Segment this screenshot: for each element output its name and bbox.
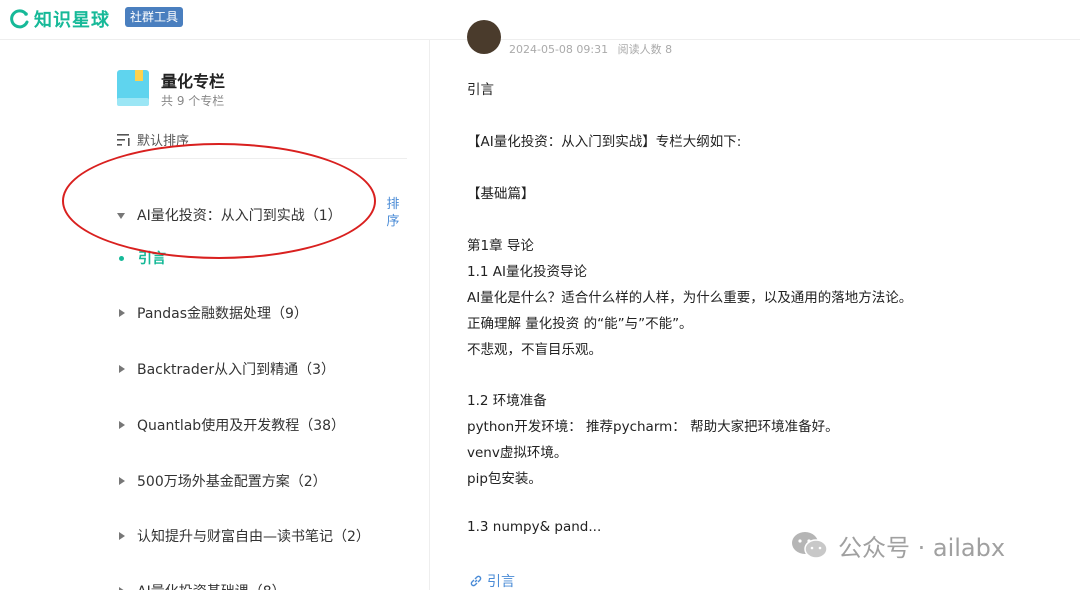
column-count: 共 9 个专栏 <box>161 94 225 108</box>
sort-lines-icon <box>117 133 130 146</box>
column-book-icon <box>117 70 149 106</box>
article-line: 不悲观，不盲目乐观。 <box>467 342 602 358</box>
tree-item-label: 认知提升与财富自由—读书笔记（2） <box>137 529 370 545</box>
avatar[interactable] <box>467 20 501 54</box>
tree-item[interactable]: AI量化投资基础课（8） <box>117 581 286 590</box>
article-line: python开发环境： 推荐pycharm： 帮助大家把环境准备好。 <box>467 419 839 435</box>
article-line: 1.3 numpy& pand... <box>467 519 602 535</box>
article-line: 引言 <box>467 82 494 98</box>
tree-item[interactable]: 认知提升与财富自由—读书笔记（2） <box>117 526 370 546</box>
tree-item-label: Quantlab使用及开发教程（38） <box>137 418 346 434</box>
intro-link[interactable]: 引言 <box>469 571 515 590</box>
column-title: 量化专栏 <box>161 72 226 91</box>
caret-right-icon <box>117 308 127 318</box>
caret-right-icon <box>117 420 127 430</box>
article-line: AI量化是什么？适合什么样的人样，为什么重要，以及通用的落地方法论。 <box>467 290 913 306</box>
caret-right-icon <box>117 364 127 374</box>
tree-item[interactable]: Backtrader从入门到精通（3） <box>117 359 335 379</box>
highlight-ellipse <box>62 143 376 259</box>
tree-item[interactable]: Quantlab使用及开发教程（38） <box>117 415 345 435</box>
article-line: 正确理解 量化投资 的“能”与”不能”。 <box>467 316 693 332</box>
article-meta: 2024-05-08 09:31 阅读人数 8 <box>509 41 672 57</box>
article-date: 2024-05-08 09:31 <box>509 43 609 56</box>
article-line: 第1章 导论 <box>467 238 534 254</box>
watermark-text: 公众号 · ailabx <box>838 534 1006 562</box>
wechat-icon <box>792 531 828 559</box>
read-count: 阅读人数 8 <box>617 43 673 56</box>
intro-link-label: 引言 <box>487 574 515 590</box>
column-sidebar: 量化专栏 共 9 个专栏 默认排序 AI量化投资：从入门到实战（1） 排序 引言… <box>0 40 430 590</box>
tools-badge[interactable]: 社群工具 <box>125 7 184 27</box>
article-line: venv虚拟环境。 <box>467 445 568 461</box>
tree-item-label: AI量化投资基础课（8） <box>137 581 286 590</box>
caret-right-icon <box>117 586 127 590</box>
tree-item[interactable]: Pandas金融数据处理（9） <box>117 303 308 323</box>
caret-right-icon <box>117 531 127 541</box>
planet-logo-icon <box>10 9 29 29</box>
tree-item-label: Pandas金融数据处理（9） <box>137 306 308 322</box>
tree-item-label: 500万场外基金配置方案（2） <box>137 474 327 490</box>
link-icon <box>470 575 482 587</box>
article-line: 【AI量化投资：从入门到实战】专栏大纲如下: <box>467 134 742 150</box>
logo-text: 知识星球 <box>34 10 110 31</box>
article-line: 1.2 环境准备 <box>467 393 547 409</box>
active-dot-icon <box>119 255 124 261</box>
tree-item[interactable]: 500万场外基金配置方案（2） <box>117 471 327 491</box>
article-line: 1.1 AI量化投资导论 <box>467 264 587 280</box>
logo[interactable]: 知识星球 <box>10 6 110 32</box>
caret-right-icon <box>117 476 127 486</box>
tree-item-label: Backtrader从入门到精通（3） <box>137 362 335 378</box>
article-line: pip包安装。 <box>467 471 542 487</box>
sort-button[interactable]: 排序 <box>386 196 400 230</box>
top-bar: 知识星球 社群工具 <box>0 0 1080 40</box>
wechat-watermark: 公众号 · ailabx <box>790 528 1005 563</box>
article-line: 【基础篇】 <box>467 186 535 202</box>
